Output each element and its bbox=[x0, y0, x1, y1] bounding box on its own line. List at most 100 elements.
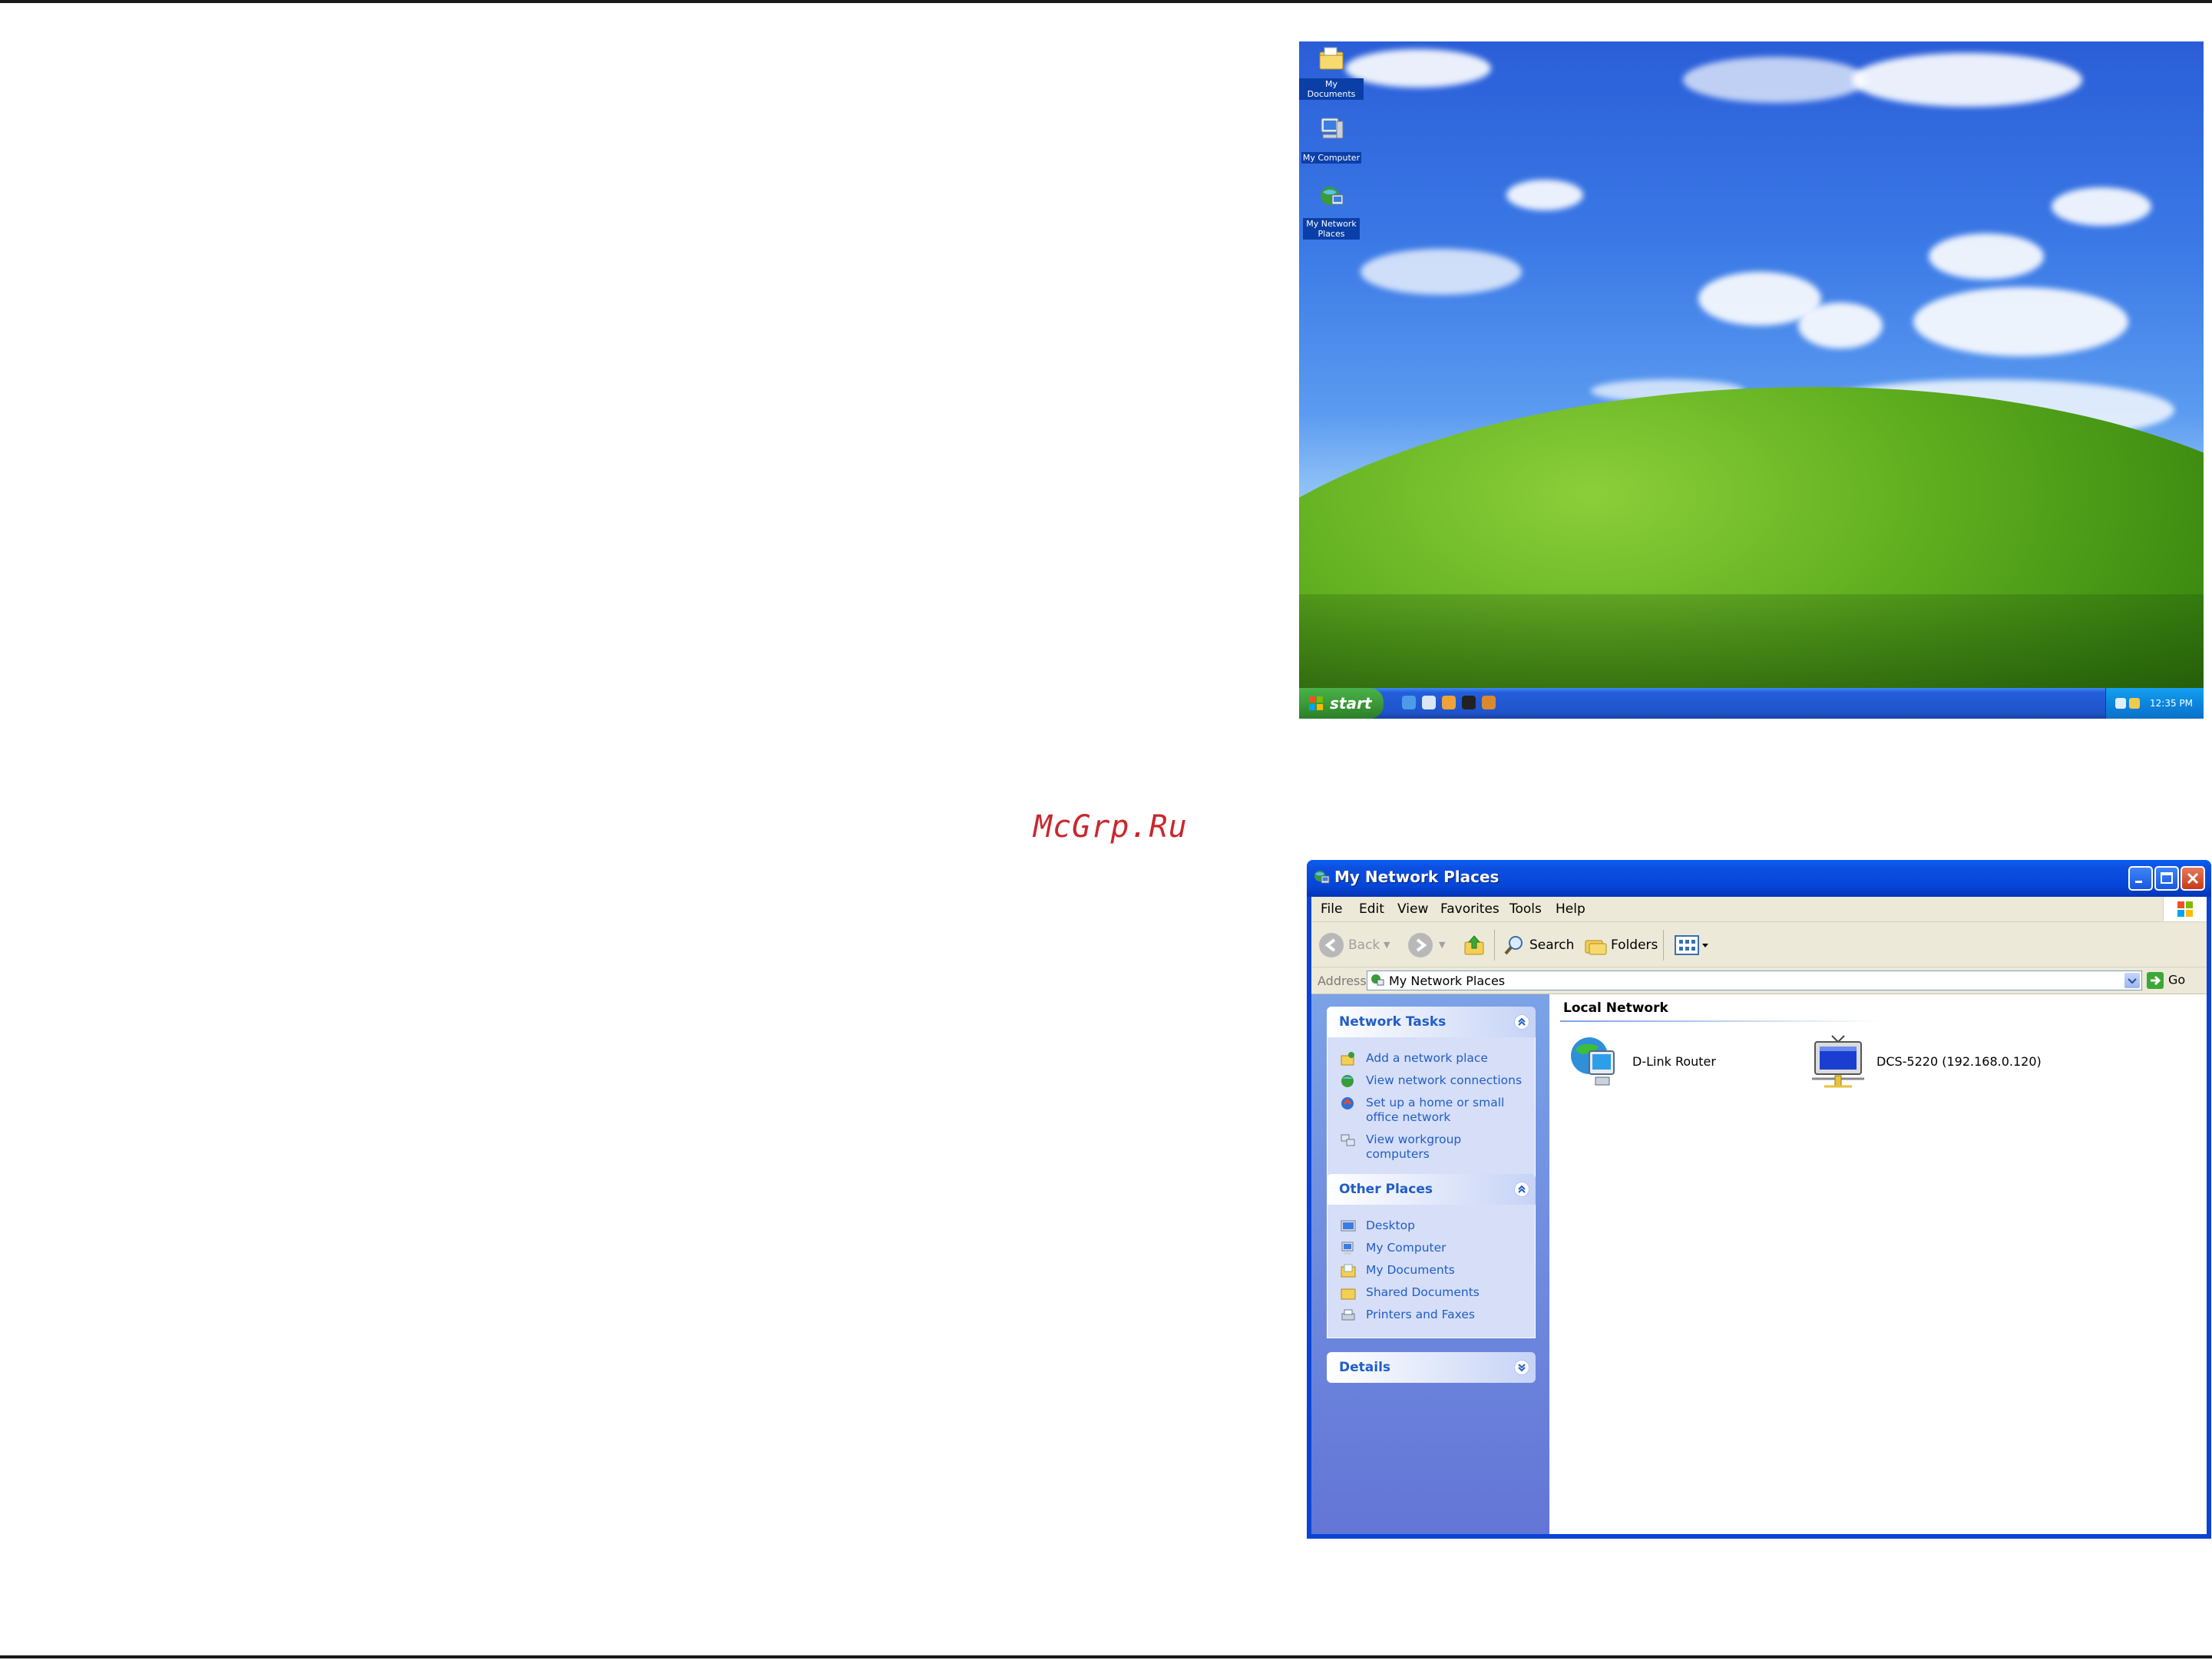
shared-folder-icon bbox=[1341, 1288, 1356, 1300]
printer-icon bbox=[1341, 1309, 1355, 1321]
details-panel: Details bbox=[1327, 1352, 1536, 1383]
clock: 12:35 PM bbox=[2150, 698, 2193, 709]
cloud bbox=[1852, 53, 2082, 107]
address-value: My Network Places bbox=[1389, 974, 1506, 988]
close-button[interactable] bbox=[2181, 866, 2205, 891]
window-client: File Edit View Favorites Tools Help Back… bbox=[1311, 897, 2207, 1534]
place-label: Shared Documents bbox=[1366, 1285, 1480, 1299]
place-label: Desktop bbox=[1366, 1219, 1415, 1232]
task-label: View workgroup computers bbox=[1366, 1133, 1462, 1161]
menu-tools[interactable]: Tools bbox=[1509, 901, 1542, 917]
cloud bbox=[1683, 57, 1867, 103]
collapse-button[interactable] bbox=[1514, 1014, 1529, 1030]
address-field[interactable]: My Network Places bbox=[1367, 971, 2142, 990]
cloud bbox=[1929, 233, 2044, 279]
task-view-network-connections[interactable]: View network connections bbox=[1340, 1073, 1527, 1088]
back-arrow-icon[interactable] bbox=[1319, 933, 1344, 957]
maximize-button[interactable] bbox=[2154, 866, 2179, 891]
panel-body: Add a network place View network connect… bbox=[1327, 1037, 1536, 1178]
go-label: Go bbox=[2168, 972, 2186, 987]
desktop-icon-my-network-places[interactable]: My Network Places bbox=[1299, 184, 1364, 240]
place-label: Printers and Faxes bbox=[1366, 1308, 1475, 1321]
back-button[interactable]: Back bbox=[1348, 933, 1380, 957]
start-label: start bbox=[1330, 694, 1372, 713]
hill-shadow bbox=[1299, 594, 2204, 702]
go-button[interactable]: Go bbox=[2147, 972, 2185, 989]
place-desktop[interactable]: Desktop bbox=[1340, 1219, 1527, 1233]
panel-header[interactable]: Details bbox=[1327, 1352, 1536, 1383]
menu-view[interactable]: View bbox=[1397, 901, 1428, 917]
task-add-network-place[interactable]: Add a network place bbox=[1340, 1051, 1527, 1066]
bottom-rule bbox=[0, 1655, 2212, 1658]
quicklaunch-app-icon[interactable] bbox=[1462, 696, 1476, 709]
task-view-workgroup-computers[interactable]: View workgroup computers bbox=[1340, 1133, 1527, 1162]
close-icon bbox=[2187, 872, 2199, 885]
tray-volume-icon[interactable] bbox=[2129, 698, 2140, 709]
cloud bbox=[1913, 287, 2128, 356]
menu-help[interactable]: Help bbox=[1556, 901, 1585, 917]
desktop-icon-my-documents[interactable]: My Documents bbox=[1299, 45, 1364, 100]
documents-folder-icon bbox=[1341, 1264, 1356, 1278]
router-globe-icon bbox=[1571, 1037, 1615, 1086]
workgroup-computers-icon bbox=[1341, 1134, 1355, 1146]
views-icon[interactable] bbox=[1674, 933, 1712, 957]
desktop-icon-label: My Documents bbox=[1299, 78, 1364, 100]
toolbar: Back ▼ ▼ Search Folders bbox=[1311, 922, 2207, 967]
item-name: DCS-5220 (192.168.0.120) bbox=[1876, 1054, 2042, 1069]
quicklaunch-desktop-icon[interactable] bbox=[1422, 696, 1436, 709]
group-title: Local Network bbox=[1563, 1000, 1668, 1016]
forward-arrow-icon[interactable] bbox=[1408, 933, 1433, 957]
network-tasks-panel: Network Tasks Add a network place View n… bbox=[1327, 1007, 1536, 1178]
chevron-down-icon bbox=[2128, 978, 2137, 984]
quicklaunch-messenger-icon[interactable] bbox=[1482, 696, 1496, 709]
tray-network-icon[interactable] bbox=[2115, 698, 2126, 709]
system-tray: 12:35 PM bbox=[2105, 688, 2204, 719]
network-places-icon bbox=[1371, 974, 1384, 986]
item-name: D-Link Router bbox=[1632, 1054, 1716, 1069]
folders-icon bbox=[1585, 940, 1607, 955]
desktop-screenshot: My Documents My Computer My Network Plac… bbox=[1299, 41, 2204, 719]
collapse-button[interactable] bbox=[1514, 1182, 1529, 1197]
quicklaunch-ie-icon[interactable] bbox=[1402, 696, 1416, 709]
menu-file[interactable]: File bbox=[1321, 901, 1342, 917]
address-label: Address bbox=[1318, 974, 1367, 988]
toolbar-separator bbox=[1494, 930, 1495, 961]
panel-title: Details bbox=[1339, 1360, 1391, 1375]
panel-header[interactable]: Network Tasks bbox=[1327, 1007, 1536, 1037]
menu-edit[interactable]: Edit bbox=[1359, 901, 1384, 917]
task-setup-home-network[interactable]: Set up a home or small office network bbox=[1340, 1096, 1527, 1125]
panel-header[interactable]: Other Places bbox=[1327, 1174, 1536, 1205]
add-network-place-icon bbox=[1341, 1052, 1354, 1066]
place-my-documents[interactable]: My Documents bbox=[1340, 1263, 1527, 1278]
folders-button[interactable]: Folders bbox=[1611, 933, 1658, 957]
content-area: Local Network D-Link Router DCS-5220 (19… bbox=[1549, 994, 2207, 1534]
desktop-icon-label: My Network Places bbox=[1303, 218, 1360, 240]
menu-favorites[interactable]: Favorites bbox=[1440, 901, 1499, 917]
start-button[interactable]: start bbox=[1299, 688, 1384, 719]
address-dropdown[interactable] bbox=[2124, 973, 2140, 988]
windows-flag-icon bbox=[2177, 901, 2193, 917]
desktop-icon bbox=[1341, 1220, 1356, 1232]
forward-dropdown-icon[interactable]: ▼ bbox=[1439, 933, 1445, 957]
back-dropdown-icon[interactable]: ▼ bbox=[1384, 933, 1390, 957]
panel-body: Desktop My Computer My Documents Shared … bbox=[1327, 1205, 1536, 1338]
chevron-up-double-icon bbox=[1518, 1017, 1526, 1026]
network-camera-icon bbox=[1812, 1035, 1864, 1088]
place-shared-documents[interactable]: Shared Documents bbox=[1340, 1285, 1527, 1300]
expand-button[interactable] bbox=[1514, 1360, 1529, 1375]
windows-logo bbox=[2163, 897, 2207, 921]
window-title: My Network Places bbox=[1334, 868, 1499, 886]
desktop-icon-my-computer[interactable]: My Computer bbox=[1299, 115, 1364, 164]
title-bar[interactable]: My Network Places bbox=[1307, 860, 2211, 897]
up-folder-icon[interactable] bbox=[1462, 933, 1486, 957]
network-places-icon bbox=[1314, 871, 1330, 884]
panel-title: Network Tasks bbox=[1339, 1014, 1447, 1030]
quicklaunch-media-icon[interactable] bbox=[1442, 696, 1456, 709]
minimize-button[interactable] bbox=[2128, 866, 2153, 891]
home-network-icon bbox=[1341, 1097, 1354, 1109]
place-printers-faxes[interactable]: Printers and Faxes bbox=[1340, 1308, 1527, 1322]
cloud bbox=[1361, 249, 1522, 295]
search-button[interactable]: Search bbox=[1529, 933, 1574, 957]
place-my-computer[interactable]: My Computer bbox=[1340, 1241, 1527, 1255]
toolbar-separator bbox=[1663, 930, 1664, 961]
